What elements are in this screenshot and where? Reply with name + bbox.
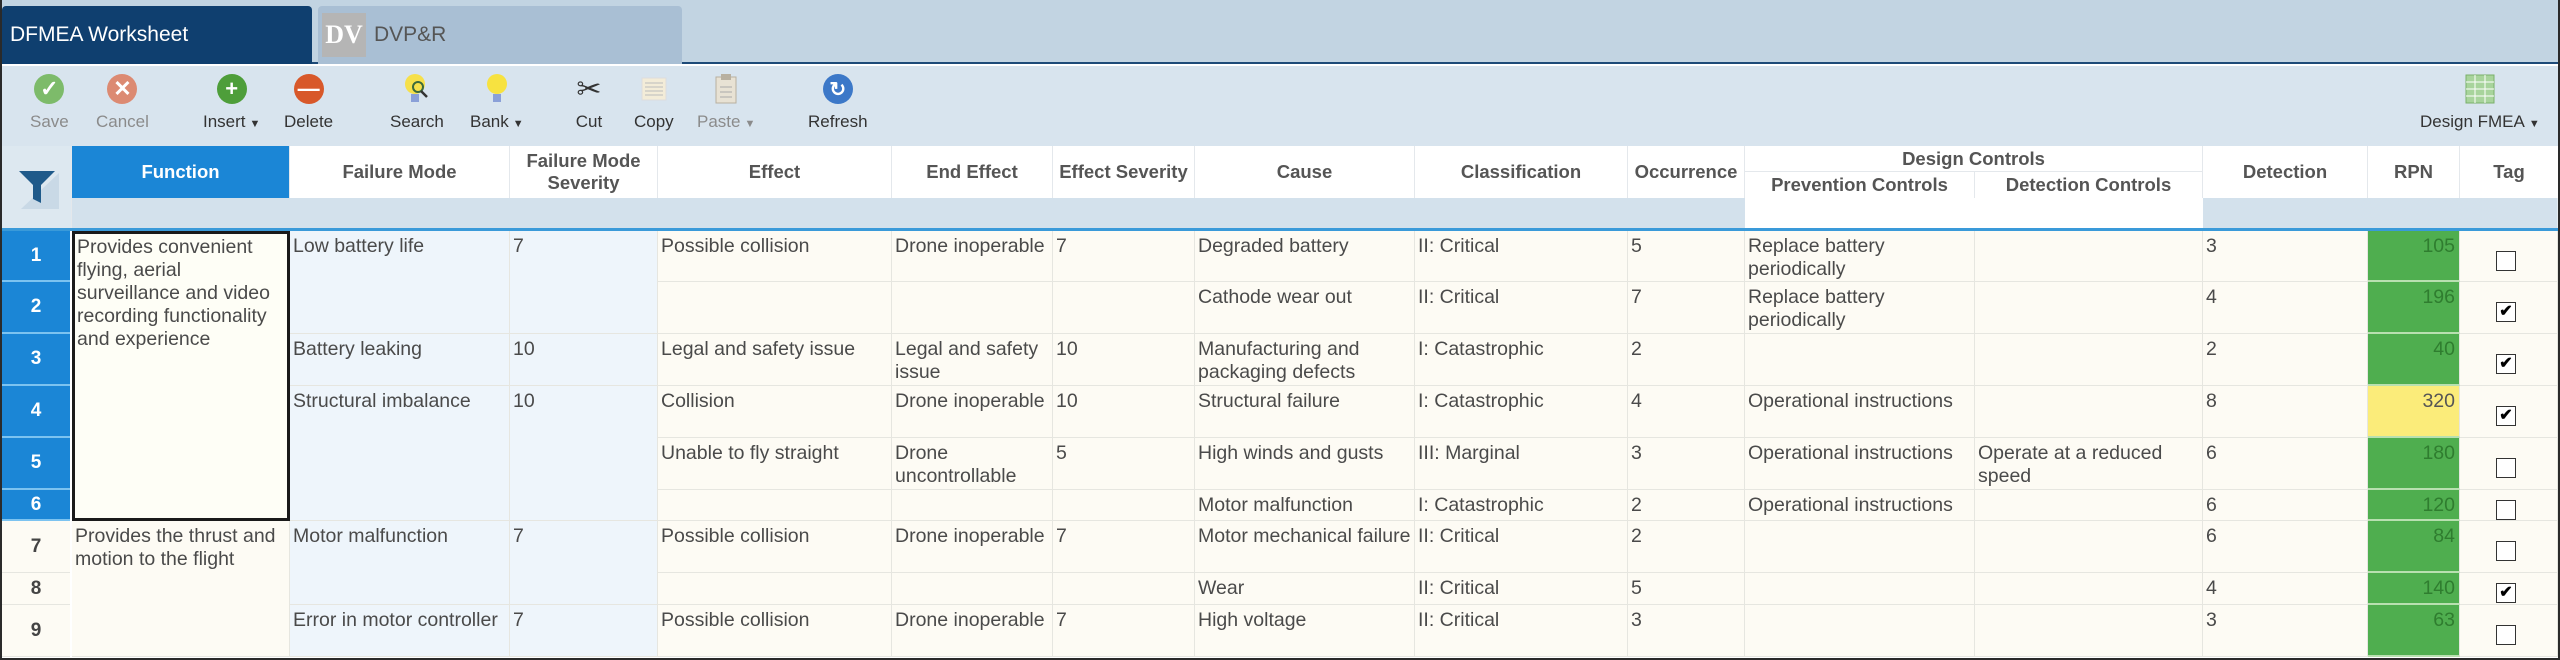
window-frame bbox=[0, 0, 2560, 660]
